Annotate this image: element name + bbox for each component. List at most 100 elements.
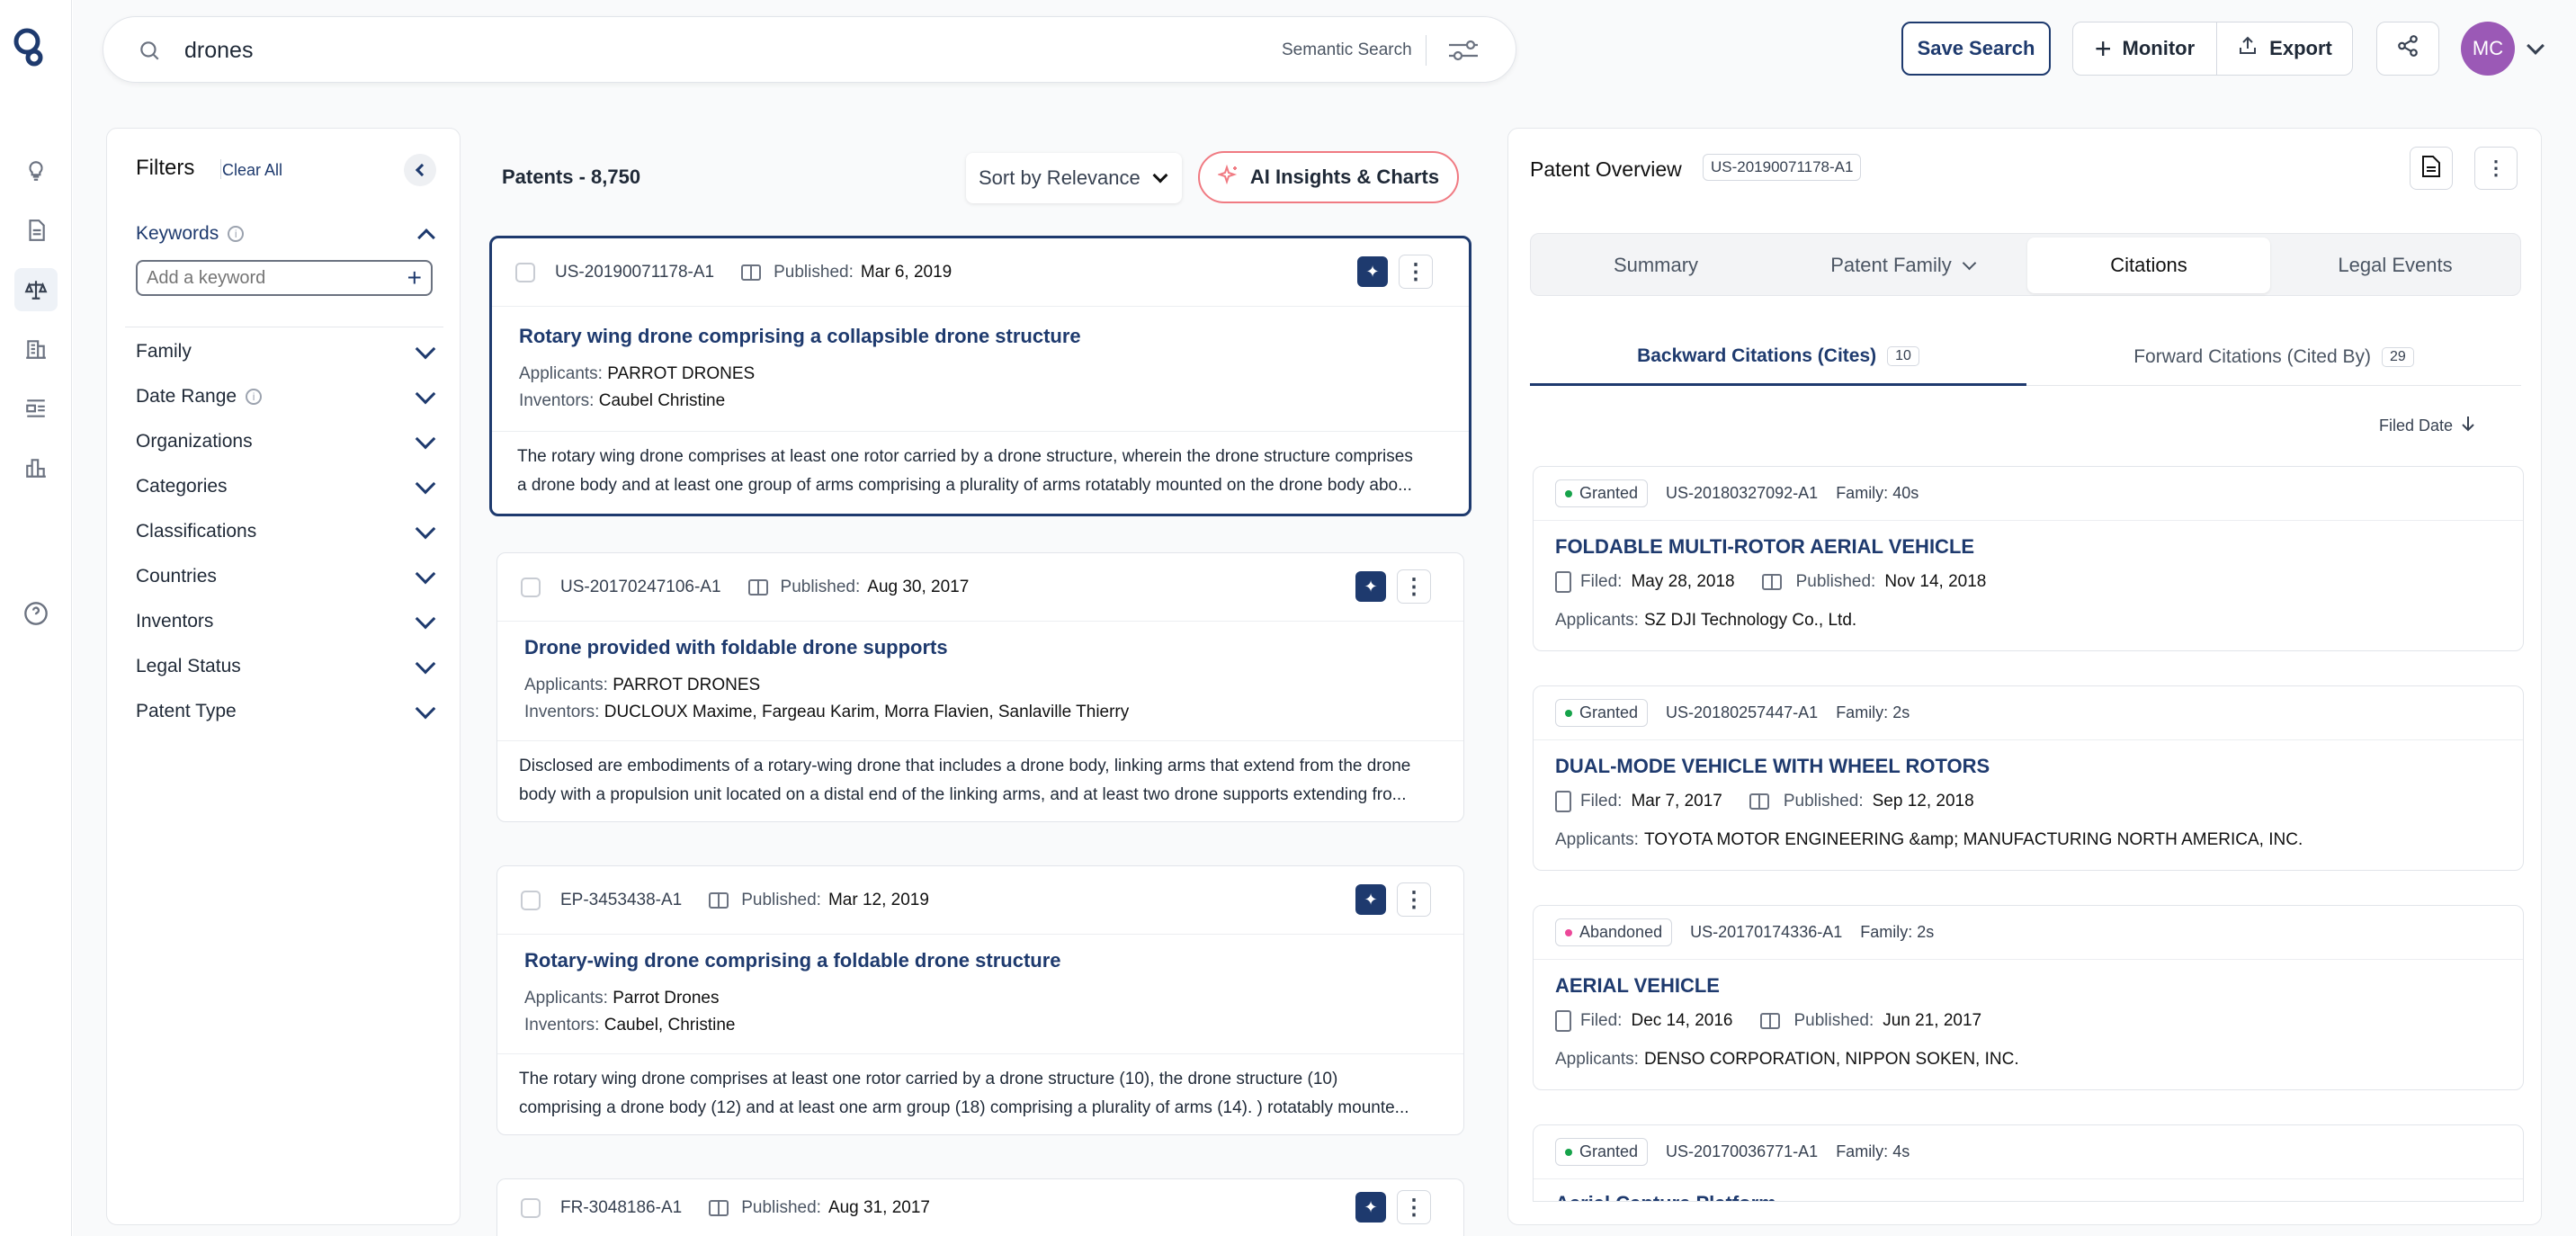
result-card[interactable]: US-20190071178-A1 Published: Mar 6, 2019… [489, 236, 1471, 516]
patent-title-link[interactable]: Rotary-wing drone comprising a foldable … [524, 949, 1061, 972]
chevron-down-icon [1152, 167, 1168, 184]
applicants-value: TOYOTA MOTOR ENGINEERING &amp; MANUFACTU… [1643, 830, 2303, 849]
pdf-button[interactable] [2410, 147, 2453, 190]
overview-tabs: Summary Patent Family Citations Legal Ev… [1530, 233, 2521, 296]
arrow-down-icon [2460, 415, 2476, 437]
citation-title-link[interactable]: DUAL-MODE VEHICLE WITH WHEEL ROTORS [1555, 755, 1990, 778]
filter-organizations[interactable]: Organizations [136, 425, 442, 458]
published-date: Nov 14, 2018 [1884, 572, 1987, 591]
citation-title-link[interactable]: FOLDABLE MULTI-ROTOR AERIAL VEHICLE [1555, 535, 1974, 559]
more-options-button[interactable]: ⋮ [1399, 255, 1433, 289]
citation-card[interactable]: Granted US-20180327092-A1 Family: 40s FO… [1533, 466, 2524, 651]
keywords-header[interactable]: Keywords i [136, 219, 442, 249]
inventors-row: Inventors: Caubel, Christine [524, 1016, 735, 1035]
filter-family[interactable]: Family [136, 336, 442, 368]
save-search-label: Save Search [1917, 37, 2035, 59]
card-header: FR-3048186-A1 Published: Aug 31, 2017 ✦ … [497, 1179, 1463, 1236]
help-icon[interactable] [14, 592, 58, 635]
ai-summary-button[interactable]: ✦ [1355, 884, 1386, 915]
search-input[interactable] [184, 33, 1264, 67]
applicants-value: Parrot Drones [613, 989, 720, 1008]
result-card[interactable]: FR-3048186-A1 Published: Aug 31, 2017 ✦ … [496, 1178, 1464, 1236]
tab-summary[interactable]: Summary [1534, 237, 1777, 293]
avatar[interactable]: MC [2461, 22, 2515, 76]
filter-classifications[interactable]: Classifications [136, 515, 442, 548]
citation-id: US-20180257447-A1 [1666, 703, 1819, 721]
app-logo[interactable] [11, 25, 47, 68]
bar-chart-icon[interactable] [14, 446, 58, 489]
ai-summary-button[interactable]: ✦ [1357, 256, 1388, 287]
scales-icon[interactable] [14, 268, 58, 311]
result-card[interactable]: EP-3453438-A1 Published: Mar 12, 2019 ✦ … [496, 865, 1464, 1135]
document-icon[interactable] [14, 209, 58, 252]
search-icon [138, 39, 161, 67]
search-divider [1426, 35, 1427, 66]
forward-citations-tab[interactable]: Forward Citations (Cited By) 29 [2026, 328, 2521, 386]
applicants-label: Applicants: [519, 364, 603, 383]
sort-dropdown[interactable]: Sort by Relevance [966, 153, 1182, 203]
citation-card[interactable]: Granted US-20180257447-A1 Family: 2s DUA… [1533, 685, 2524, 871]
status-dot [1565, 928, 1572, 936]
select-checkbox[interactable] [515, 262, 535, 282]
document-icon [1555, 571, 1571, 593]
filter-categories[interactable]: Categories [136, 470, 442, 503]
overview-more-button[interactable]: ⋮ [2474, 147, 2518, 190]
collapse-filters-button[interactable] [404, 154, 436, 186]
citation-header: Granted US-20180327092-A1 Family: 40s [1534, 467, 2523, 521]
tab-patent-family[interactable]: Patent Family [1781, 237, 2024, 293]
more-options-button[interactable]: ⋮ [1397, 1190, 1431, 1224]
card-header: US-20190071178-A1 Published: Mar 6, 2019… [492, 238, 1469, 307]
chevron-down-icon [415, 608, 436, 630]
citation-card[interactable]: Abandoned US-20170174336-A1 Family: 2s A… [1533, 905, 2524, 1090]
citation-title-link[interactable]: AERIAL VEHICLE [1555, 974, 1720, 998]
citation-header: Abandoned US-20170174336-A1 Family: 2s [1534, 906, 2523, 960]
lightbulb-icon[interactable] [14, 149, 58, 193]
list-layout-icon[interactable] [14, 387, 58, 430]
status-label: Granted [1579, 1142, 1639, 1160]
monitor-button[interactable]: + Monitor [2073, 22, 2217, 75]
ai-summary-button[interactable]: ✦ [1355, 1192, 1386, 1223]
select-checkbox[interactable] [521, 890, 541, 910]
save-search-button[interactable]: Save Search [1901, 22, 2051, 76]
citation-applicants: Applicants: TOYOTA MOTOR ENGINEERING &amp… [1555, 830, 2303, 850]
ai-summary-button[interactable]: ✦ [1355, 571, 1386, 602]
filter-legal-status[interactable]: Legal Status [136, 650, 442, 683]
search-settings-icon[interactable] [1447, 37, 1480, 68]
sort-label: Sort by Relevance [979, 166, 1140, 189]
patent-title-link[interactable]: Rotary wing drone comprising a collapsib… [519, 325, 1081, 348]
building-icon[interactable] [14, 327, 58, 371]
citation-title-link[interactable]: Aerial Capture Platform [1555, 1192, 1776, 1201]
tab-legal-events[interactable]: Legal Events [2274, 237, 2517, 293]
more-options-button[interactable]: ⋮ [1397, 882, 1431, 917]
published-label: Published: [1793, 1011, 1874, 1030]
share-button[interactable] [2376, 22, 2439, 76]
ai-insights-button[interactable]: AI Insights & Charts [1198, 151, 1459, 203]
select-checkbox[interactable] [521, 577, 541, 597]
keyword-input-wrap: + [136, 260, 433, 296]
filter-countries[interactable]: Countries [136, 560, 442, 593]
filter-inventors[interactable]: Inventors [136, 605, 442, 638]
filed-label: Filed: [1580, 792, 1623, 811]
upload-icon [2237, 35, 2258, 62]
keyword-input[interactable] [138, 267, 389, 289]
add-keyword-icon[interactable]: + [407, 265, 422, 291]
more-options-button[interactable]: ⋮ [1397, 569, 1431, 604]
backward-citations-tab[interactable]: Backward Citations (Cites) 10 [1530, 328, 2026, 386]
patent-title-link[interactable]: Drone provided with foldable drone suppo… [524, 636, 948, 659]
inventors-value: DUCLOUX Maxime, Fargeau Karim, Morra Fla… [604, 703, 1130, 721]
published-date: Aug 31, 2017 [827, 1198, 930, 1217]
filter-label: Patent Type [136, 701, 237, 721]
citation-card[interactable]: Granted US-20170036771-A1 Family: 4s Aer… [1533, 1124, 2524, 1202]
chevron-down-icon [415, 698, 436, 720]
select-checkbox[interactable] [521, 1198, 541, 1218]
export-button[interactable]: Export [2217, 22, 2352, 75]
filed-date-sort[interactable]: Filed Date [2379, 415, 2476, 437]
result-card[interactable]: US-20170247106-A1 Published: Aug 30, 201… [496, 552, 1464, 822]
filter-patent-type[interactable]: Patent Type [136, 695, 442, 728]
semantic-search-label[interactable]: Semantic Search [1282, 40, 1412, 60]
filter-date-range[interactable]: Date Range i [136, 381, 442, 413]
clear-all-link[interactable]: Clear All [222, 161, 282, 180]
published-label: Published: [741, 1198, 821, 1217]
book-icon [741, 264, 762, 281]
tab-citations[interactable]: Citations [2027, 237, 2270, 293]
